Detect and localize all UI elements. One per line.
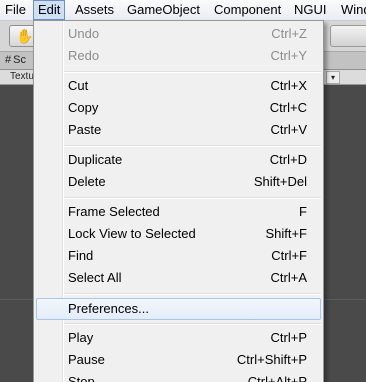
menu-item-label: Play [68, 330, 94, 345]
menu-item-duplicate[interactable]: Duplicate Ctrl+D [36, 149, 321, 171]
menu-item-label: Copy [68, 100, 99, 115]
menu-gameobject[interactable]: GameObject [127, 0, 200, 20]
menu-item-delete[interactable]: Delete Shift+Del [36, 171, 321, 193]
menu-item-pause[interactable]: Pause Ctrl+Shift+P [36, 349, 321, 371]
menu-item-shortcut: Ctrl+D [269, 152, 307, 167]
menu-item-play[interactable]: Play Ctrl+P [36, 327, 321, 349]
menu-item-shortcut: Ctrl+Alt+P [247, 374, 307, 382]
menu-item-lock-view[interactable]: Lock View to Selected Shift+F [36, 223, 321, 245]
menu-item-label: Find [68, 248, 94, 263]
chevron-down-icon[interactable]: ▾ [326, 71, 340, 84]
menu-assets[interactable]: Assets [75, 0, 114, 20]
menu-item-shortcut: Ctrl+X [270, 78, 307, 93]
menu-edit[interactable]: Edit [33, 0, 66, 20]
menu-separator [64, 293, 321, 295]
menu-item-label: Pause [68, 352, 105, 367]
menu-separator [64, 197, 321, 199]
menu-item-label: Undo [68, 26, 100, 41]
menu-item-shortcut: Ctrl+P [270, 330, 307, 345]
menu-item-shortcut: Ctrl+Y [270, 48, 307, 63]
menu-item-label: Cut [68, 78, 89, 93]
tab-scene[interactable]: # Sc [5, 54, 26, 66]
render-mode-dropdown[interactable]: Textu [10, 71, 34, 82]
menu-item-shortcut: Ctrl+Z [271, 26, 307, 41]
toolbar-button[interactable] [330, 25, 366, 47]
hand-icon: ✋ [16, 28, 34, 44]
menu-item-label: Frame Selected [68, 204, 160, 219]
tab-scene-label: Sc [13, 54, 26, 66]
menu-item-shortcut: Ctrl+A [270, 270, 307, 285]
menu-item-shortcut: Ctrl+Shift+P [236, 352, 307, 367]
menu-item-stop[interactable]: Stop Ctrl+Alt+P [36, 371, 321, 382]
menu-bar: File Edit Assets GameObject Component NG… [0, 0, 366, 21]
menu-item-frame-selected[interactable]: Frame Selected F [36, 201, 321, 223]
grid-icon: # [5, 54, 12, 66]
menu-item-label: Lock View to Selected [68, 226, 196, 241]
menu-item-find[interactable]: Find Ctrl+F [36, 245, 321, 267]
menu-window[interactable]: Windo [341, 0, 366, 20]
menu-item-shortcut: Shift+Del [253, 174, 307, 189]
menu-item-undo: Undo Ctrl+Z [36, 23, 321, 45]
edit-menu-dropdown: Undo Ctrl+Z Redo Ctrl+Y Cut Ctrl+X Copy … [33, 20, 324, 382]
menu-item-shortcut: F [299, 204, 307, 219]
menu-item-shortcut: Shift+F [265, 226, 307, 241]
menu-separator [64, 145, 321, 147]
menu-component[interactable]: Component [214, 0, 281, 20]
menu-item-label: Delete [68, 174, 106, 189]
menu-separator [64, 71, 321, 73]
menu-item-label: Stop [68, 374, 95, 382]
menu-item-label: Preferences... [68, 301, 149, 316]
menu-item-label: Duplicate [68, 152, 123, 167]
menu-item-select-all[interactable]: Select All Ctrl+A [36, 267, 321, 289]
menu-item-cut[interactable]: Cut Ctrl+X [36, 75, 321, 97]
menu-ngui[interactable]: NGUI [294, 0, 327, 20]
menu-item-label: Select All [68, 270, 122, 285]
menu-item-shortcut: Ctrl+C [269, 100, 307, 115]
menu-item-redo: Redo Ctrl+Y [36, 45, 321, 67]
menu-file[interactable]: File [5, 0, 26, 20]
menu-item-shortcut: Ctrl+V [270, 122, 307, 137]
menu-item-copy[interactable]: Copy Ctrl+C [36, 97, 321, 119]
menu-item-label: Redo [68, 48, 100, 63]
menu-separator [64, 323, 321, 325]
menu-item-label: Paste [68, 122, 102, 137]
menu-item-paste[interactable]: Paste Ctrl+V [36, 119, 321, 141]
menu-item-preferences[interactable]: Preferences... [36, 298, 321, 320]
menu-item-shortcut: Ctrl+F [271, 248, 307, 263]
